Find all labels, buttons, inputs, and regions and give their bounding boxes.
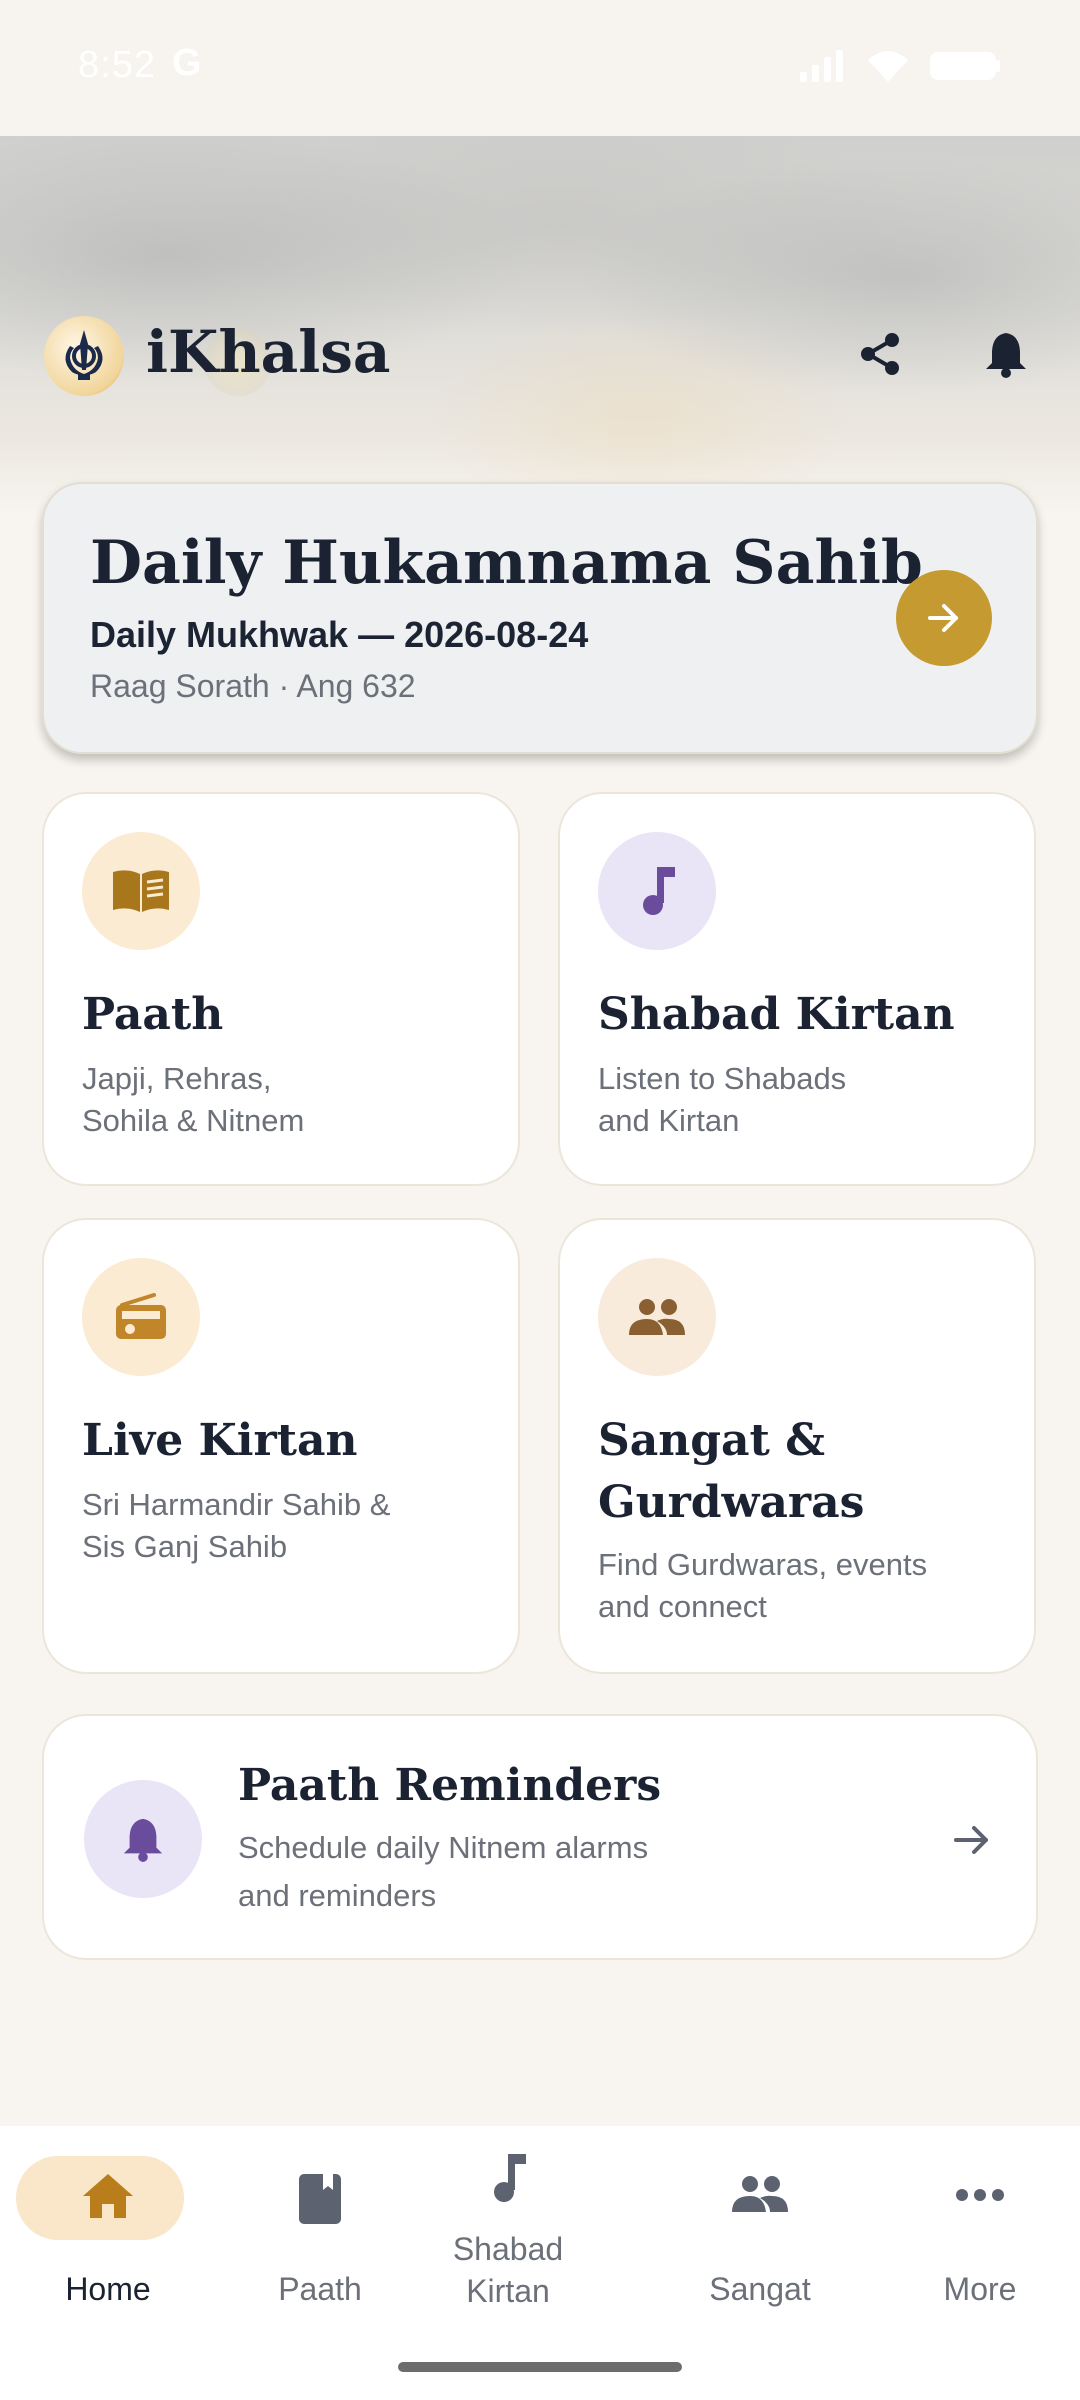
radio-icon xyxy=(116,1293,166,1339)
tile-icon-bg xyxy=(82,832,200,950)
tile-description: Japji, Rehras, Sohila & Nitnem xyxy=(82,1061,305,1138)
more-icon xyxy=(872,2188,1080,2202)
tile-shabad-kirtan[interactable]: Shabad Kirtan Listen to Shabads and Kirt… xyxy=(558,792,1036,1186)
nav-item-home[interactable]: Home xyxy=(0,2126,216,2326)
hukamnama-subtitle: Daily Mukhwak — 2026-08-24 xyxy=(90,614,589,655)
nav-label: Home xyxy=(65,2271,151,2307)
signal-icon xyxy=(800,50,843,82)
tile-icon-bg xyxy=(598,1258,716,1376)
battery-icon xyxy=(930,52,1000,80)
music-note-icon xyxy=(400,2152,616,2204)
paath-reminders-card[interactable]: Paath Reminders Schedule daily Nitnem al… xyxy=(42,1714,1038,1960)
tile-icon-bg xyxy=(82,1258,200,1376)
nav-label: Sangat xyxy=(709,2271,811,2307)
arrow-right-icon xyxy=(928,604,958,632)
khanda-logo-icon xyxy=(44,316,124,396)
hukamnama-meta: Raag Sorath · Ang 632 xyxy=(90,668,416,704)
reminder-icon-bg xyxy=(84,1780,202,1898)
tile-live-kirtan[interactable]: Live Kirtan Sri Harmandir Sahib & Sis Ga… xyxy=(42,1218,520,1674)
tile-title: Paath xyxy=(82,989,224,1040)
nav-item-paath[interactable]: Paath xyxy=(212,2126,428,2326)
reminders-description: Schedule daily Nitnem alarms and reminde… xyxy=(238,1830,649,1913)
carrier-icon: G xyxy=(172,42,202,84)
status-time: 8:52 xyxy=(78,44,156,86)
music-note-icon xyxy=(643,867,675,915)
bottom-navigation: Home Paath Shabad Kirtan Sangat More xyxy=(0,2126,1080,2400)
nav-label: Shabad Kirtan xyxy=(452,2231,564,2309)
nav-item-more[interactable]: More xyxy=(872,2126,1080,2326)
book-icon xyxy=(212,2172,428,2226)
tile-description: Sri Harmandir Sahib & Sis Ganj Sahib xyxy=(82,1487,391,1564)
tile-icon-bg xyxy=(598,832,716,950)
reminders-title: Paath Reminders xyxy=(238,1760,662,1811)
tile-title: Live Kirtan xyxy=(82,1415,358,1466)
tile-title: Sangat & Gurdwaras xyxy=(598,1415,865,1528)
app-title: iKhalsa xyxy=(146,318,391,386)
tile-sangat-gurdwaras[interactable]: Sangat & Gurdwaras Find Gurdwaras, event… xyxy=(558,1218,1036,1674)
tile-title: Shabad Kirtan xyxy=(598,989,955,1040)
people-icon xyxy=(629,1299,685,1335)
hukamnama-title: Daily Hukamnama Sahib xyxy=(90,528,923,598)
share-icon[interactable] xyxy=(852,326,908,382)
people-icon xyxy=(652,2172,868,2216)
home-indicator[interactable] xyxy=(398,2362,682,2372)
home-icon xyxy=(0,2172,216,2220)
arrow-right-icon[interactable] xyxy=(948,1816,996,1864)
status-icons xyxy=(798,48,1002,84)
wifi-icon xyxy=(868,51,908,82)
nav-label: More xyxy=(943,2271,1017,2307)
tile-paath[interactable]: Paath Japji, Rehras, Sohila & Nitnem xyxy=(42,792,520,1186)
nav-item-sangat[interactable]: Sangat xyxy=(652,2126,868,2326)
book-open-icon xyxy=(113,870,169,912)
status-bar: 8:52 G xyxy=(0,0,1080,136)
bell-icon xyxy=(123,1818,163,1862)
tile-description: Listen to Shabads and Kirtan xyxy=(598,1061,847,1138)
hukamnama-card[interactable]: Daily Hukamnama Sahib Daily Mukhwak — 20… xyxy=(42,482,1038,754)
hukamnama-open-button[interactable] xyxy=(896,570,992,666)
nav-label: Paath xyxy=(278,2271,362,2307)
nav-item-shabad-kirtan[interactable]: Shabad Kirtan xyxy=(400,2126,616,2326)
bell-icon[interactable] xyxy=(978,326,1034,382)
tile-description: Find Gurdwaras, events and connect xyxy=(598,1547,928,1624)
